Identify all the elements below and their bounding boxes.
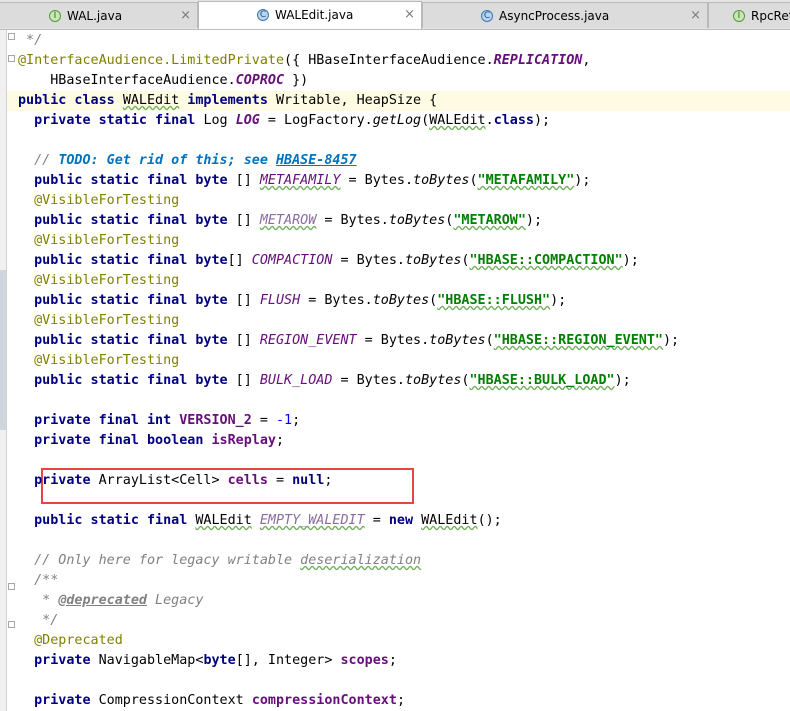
fold-marker-icon[interactable]: [8, 55, 15, 62]
code-line-10[interactable]: @VisibleForTesting: [18, 231, 179, 251]
issue-link[interactable]: HBASE-8457: [276, 153, 357, 168]
code-editor[interactable]: */ @InterfaceAudience.LimitedPrivate({ H…: [0, 30, 790, 711]
code-line-17[interactable]: public static final byte [] BULK_LOAD = …: [18, 371, 631, 391]
code-line-24[interactable]: * @deprecated Legacy: [18, 591, 203, 611]
code-line-1[interactable]: */: [18, 31, 42, 51]
close-icon[interactable]: ×: [404, 7, 415, 22]
code-line-5[interactable]: private static final Log LOG = LogFactor…: [18, 111, 550, 131]
code-line-12[interactable]: @VisibleForTesting: [18, 271, 179, 291]
code-line-27[interactable]: private NavigableMap<byte[], Integer> sc…: [18, 651, 397, 671]
interface-file-icon: I: [733, 10, 745, 22]
code-line-19[interactable]: private final boolean isReplay;: [18, 431, 284, 451]
close-icon[interactable]: ×: [690, 8, 701, 23]
code-line-6[interactable]: // TODO: Get rid of this; see HBASE-8457: [18, 151, 357, 171]
code-line-9[interactable]: public static final byte [] METAROW = By…: [18, 211, 542, 231]
code-line-20[interactable]: private ArrayList<Cell> cells = null;: [18, 471, 332, 491]
tab-label: RpcRet: [751, 9, 790, 23]
tab-rpcret[interactable]: I RpcRet: [708, 2, 790, 28]
code-line-28[interactable]: private CompressionContext compressionCo…: [18, 691, 405, 711]
interface-file-icon: I: [49, 10, 61, 22]
code-line-2[interactable]: @InterfaceAudience.LimitedPrivate({ HBas…: [18, 51, 590, 71]
code-line-14[interactable]: @VisibleForTesting: [18, 311, 179, 331]
editor-tab-bar: I WAL.java × C WALEdit.java × C AsyncPro…: [0, 0, 790, 30]
tab-wal-java[interactable]: I WAL.java ×: [0, 2, 198, 28]
fold-marker-icon[interactable]: [8, 583, 15, 590]
code-line-8[interactable]: @VisibleForTesting: [18, 191, 179, 211]
tab-label: AsyncProcess.java: [499, 9, 610, 23]
code-line-11[interactable]: public static final byte[] COMPACTION = …: [18, 251, 639, 271]
code-line-4[interactable]: public class WALEdit implements Writable…: [18, 91, 437, 111]
tab-asyncprocess-java[interactable]: C AsyncProcess.java ×: [422, 2, 708, 28]
code-line-25[interactable]: */: [18, 611, 58, 631]
close-icon[interactable]: ×: [180, 8, 191, 23]
tab-waledit-java[interactable]: C WALEdit.java ×: [198, 1, 422, 29]
tab-label: WAL.java: [67, 9, 123, 23]
code-line-16[interactable]: @VisibleForTesting: [18, 351, 179, 371]
code-line-3[interactable]: HBaseInterfaceAudience.COPROC }): [18, 71, 308, 91]
code-line-21[interactable]: public static final WALEdit EMPTY_WALEDI…: [18, 511, 502, 531]
editor-gutter[interactable]: [0, 30, 7, 711]
fold-marker-icon[interactable]: [8, 33, 15, 40]
code-line-18[interactable]: private final int VERSION_2 = -1;: [18, 411, 300, 431]
code-line-22[interactable]: // Only here for legacy writable deseria…: [18, 551, 421, 571]
class-file-icon: C: [257, 9, 269, 21]
code-line-23[interactable]: /**: [18, 571, 58, 591]
fold-marker-icon[interactable]: [8, 621, 15, 628]
code-line-15[interactable]: public static final byte [] REGION_EVENT…: [18, 331, 679, 351]
code-line-13[interactable]: public static final byte [] FLUSH = Byte…: [18, 291, 566, 311]
class-file-icon: C: [481, 10, 493, 22]
tab-label: WALEdit.java: [275, 8, 354, 22]
scroll-lens: [0, 270, 6, 430]
code-line-26[interactable]: @Deprecated: [18, 631, 123, 651]
code-line-7[interactable]: public static final byte [] METAFAMILY =…: [18, 171, 590, 191]
